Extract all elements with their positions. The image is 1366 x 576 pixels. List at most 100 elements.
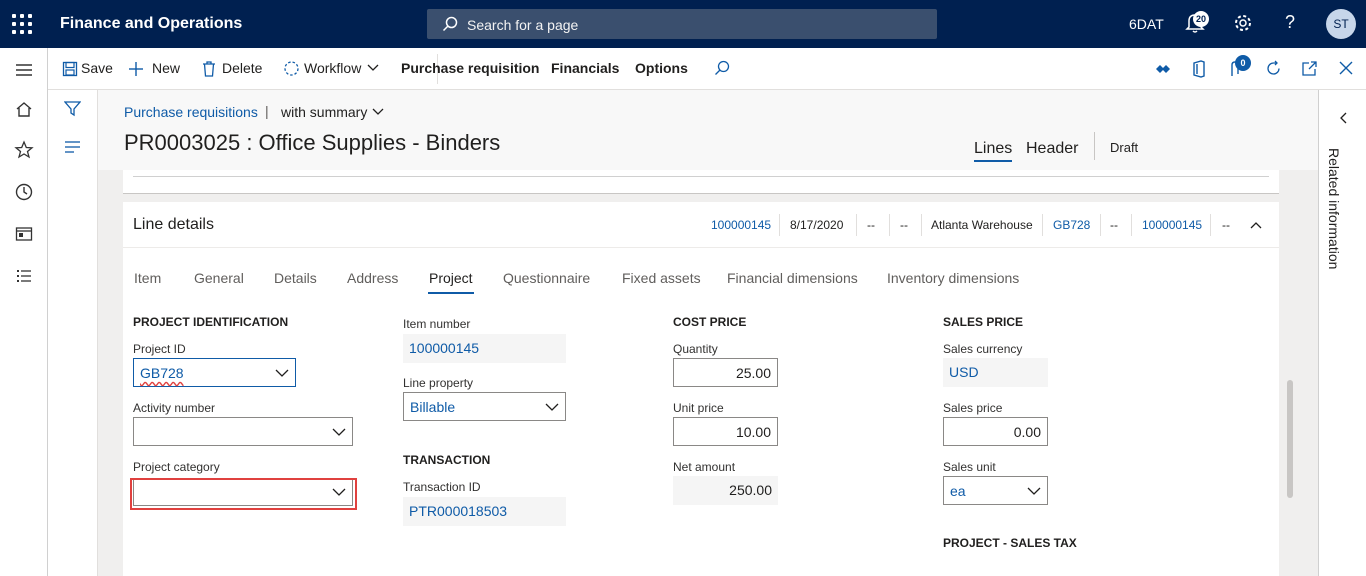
app-title[interactable]: Finance and Operations bbox=[60, 15, 242, 33]
open-new-window-icon[interactable] bbox=[1301, 60, 1318, 77]
breadcrumb[interactable]: Purchase requisitions bbox=[124, 104, 258, 120]
item-number-field[interactable]: 100000145 bbox=[403, 334, 566, 363]
tab-header[interactable]: Header bbox=[1026, 140, 1078, 158]
line-property-field[interactable]: Billable bbox=[403, 392, 566, 421]
financials-tab[interactable]: Financials bbox=[551, 60, 619, 76]
related-information-label[interactable]: Related information bbox=[1326, 148, 1342, 269]
transaction-id-field[interactable]: PTR000018503 bbox=[403, 497, 566, 526]
net-amount-field: 250.00 bbox=[673, 476, 778, 505]
tab-lines[interactable]: Lines bbox=[974, 140, 1013, 162]
project-identification-heading: PROJECT IDENTIFICATION bbox=[133, 315, 289, 329]
tab-address[interactable]: Address bbox=[347, 270, 398, 286]
activity-chevron-down-icon[interactable] bbox=[332, 425, 346, 439]
search-icon bbox=[442, 16, 458, 32]
sales-unit-value: ea bbox=[950, 483, 966, 499]
sales-price-field[interactable]: 0.00 bbox=[943, 417, 1048, 446]
line-details-header[interactable]: Line details 100000145 8/17/2020 -- -- A… bbox=[123, 202, 1279, 248]
settings-gear-icon[interactable] bbox=[1233, 13, 1253, 33]
project-id-chevron-down-icon[interactable] bbox=[275, 366, 289, 380]
modules-list-icon[interactable] bbox=[14, 266, 34, 286]
sales-price-heading: SALES PRICE bbox=[943, 315, 1024, 329]
highlight-box bbox=[130, 478, 357, 510]
purchase-requisition-tab[interactable]: Purchase requisition bbox=[401, 60, 539, 76]
quantity-label: Quantity bbox=[673, 342, 718, 356]
item-number-label: Item number bbox=[403, 317, 471, 331]
action-search-icon[interactable] bbox=[714, 60, 730, 76]
vertical-scrollbar[interactable] bbox=[1287, 380, 1293, 498]
options-tab[interactable]: Options bbox=[635, 60, 688, 76]
workflow-icon[interactable] bbox=[283, 60, 300, 77]
new-plus-icon[interactable] bbox=[128, 61, 144, 77]
power-apps-icon[interactable] bbox=[1155, 62, 1171, 76]
summary-field: -- bbox=[867, 218, 875, 232]
page-title: PR0003025 : Office Supplies - Binders bbox=[124, 130, 501, 155]
summary-field: -- bbox=[1222, 218, 1230, 232]
new-button[interactable]: New bbox=[152, 60, 180, 76]
project-id-field[interactable]: GB728 bbox=[133, 358, 296, 387]
sales-price-label: Sales price bbox=[943, 401, 1003, 415]
office-icon[interactable] bbox=[1192, 60, 1206, 78]
tab-details[interactable]: Details bbox=[274, 270, 317, 286]
delete-button[interactable]: Delete bbox=[222, 60, 262, 76]
view-chevron-down-icon[interactable] bbox=[372, 108, 384, 116]
hamburger-menu-icon[interactable] bbox=[14, 60, 34, 80]
filter-sidebar bbox=[48, 90, 98, 576]
tab-general[interactable]: General bbox=[194, 270, 244, 286]
tab-fixed-assets[interactable]: Fixed assets bbox=[622, 270, 701, 286]
sales-unit-field[interactable]: ea bbox=[943, 476, 1048, 505]
favorites-star-icon[interactable] bbox=[14, 140, 34, 160]
tab-questionnaire[interactable]: Questionnaire bbox=[503, 270, 590, 286]
transaction-heading: TRANSACTION bbox=[403, 453, 491, 467]
summary-item-number[interactable]: 100000145 bbox=[711, 218, 771, 232]
help-icon[interactable]: ? bbox=[1285, 12, 1295, 33]
workspaces-icon[interactable] bbox=[14, 224, 34, 244]
workflow-chevron-down-icon[interactable] bbox=[367, 64, 379, 72]
summary-item-number[interactable]: 100000145 bbox=[1142, 218, 1202, 232]
line-details-card: Line details 100000145 8/17/2020 -- -- A… bbox=[123, 202, 1279, 576]
search-placeholder: Search for a page bbox=[467, 17, 579, 33]
home-icon[interactable] bbox=[14, 100, 34, 120]
notification-badge: 20 bbox=[1193, 11, 1209, 27]
summary-date: 8/17/2020 bbox=[790, 218, 844, 232]
sales-unit-chevron-down-icon[interactable] bbox=[1027, 484, 1041, 498]
refresh-icon[interactable] bbox=[1265, 60, 1282, 77]
unit-price-field[interactable]: 10.00 bbox=[673, 417, 778, 446]
summary-project-id[interactable]: GB728 bbox=[1053, 218, 1090, 232]
search-box[interactable]: Search for a page bbox=[427, 9, 937, 39]
transaction-id-label: Transaction ID bbox=[403, 480, 481, 494]
line-property-value: Billable bbox=[410, 399, 456, 415]
save-button[interactable]: Save bbox=[81, 60, 113, 76]
line-property-label: Line property bbox=[403, 376, 474, 390]
status-label: Draft bbox=[1110, 140, 1139, 155]
tab-financial-dimensions[interactable]: Financial dimensions bbox=[727, 270, 858, 286]
view-selector[interactable]: with summary bbox=[281, 104, 367, 120]
status-separator bbox=[1094, 132, 1095, 160]
workflow-button[interactable]: Workflow bbox=[304, 60, 361, 76]
tab-item[interactable]: Item bbox=[134, 270, 161, 286]
sales-currency-label: Sales currency bbox=[943, 342, 1023, 356]
app-launcher-icon[interactable] bbox=[12, 14, 32, 34]
left-navigation bbox=[0, 48, 48, 576]
save-icon[interactable] bbox=[62, 61, 78, 77]
quantity-field[interactable]: 25.00 bbox=[673, 358, 778, 387]
delete-trash-icon[interactable] bbox=[201, 60, 217, 77]
tab-inventory-dimensions[interactable]: Inventory dimensions bbox=[887, 270, 1019, 286]
user-avatar[interactable]: ST bbox=[1326, 9, 1356, 39]
lines-grid-section bbox=[123, 170, 1279, 194]
close-icon[interactable] bbox=[1339, 61, 1353, 75]
project-category-label: Project category bbox=[133, 460, 220, 474]
company-picker[interactable]: 6DAT bbox=[1129, 16, 1164, 32]
line-property-chevron-down-icon[interactable] bbox=[545, 400, 559, 414]
summary-warehouse: Atlanta Warehouse bbox=[931, 218, 1033, 232]
filter-funnel-icon[interactable] bbox=[64, 100, 81, 117]
recent-clock-icon[interactable] bbox=[14, 182, 34, 202]
activity-number-label: Activity number bbox=[133, 401, 216, 415]
sales-currency-field[interactable]: USD bbox=[943, 358, 1048, 387]
attachments-badge: 0 bbox=[1235, 55, 1251, 71]
collapse-chevron-up-icon[interactable] bbox=[1250, 221, 1262, 229]
activity-number-field[interactable] bbox=[133, 417, 353, 446]
list-lines-icon[interactable] bbox=[64, 140, 81, 154]
action-pane: Save New Delete Workflow Purchase requis… bbox=[48, 48, 1366, 90]
expand-chevron-left-icon[interactable] bbox=[1339, 112, 1347, 124]
tab-project[interactable]: Project bbox=[429, 270, 473, 286]
